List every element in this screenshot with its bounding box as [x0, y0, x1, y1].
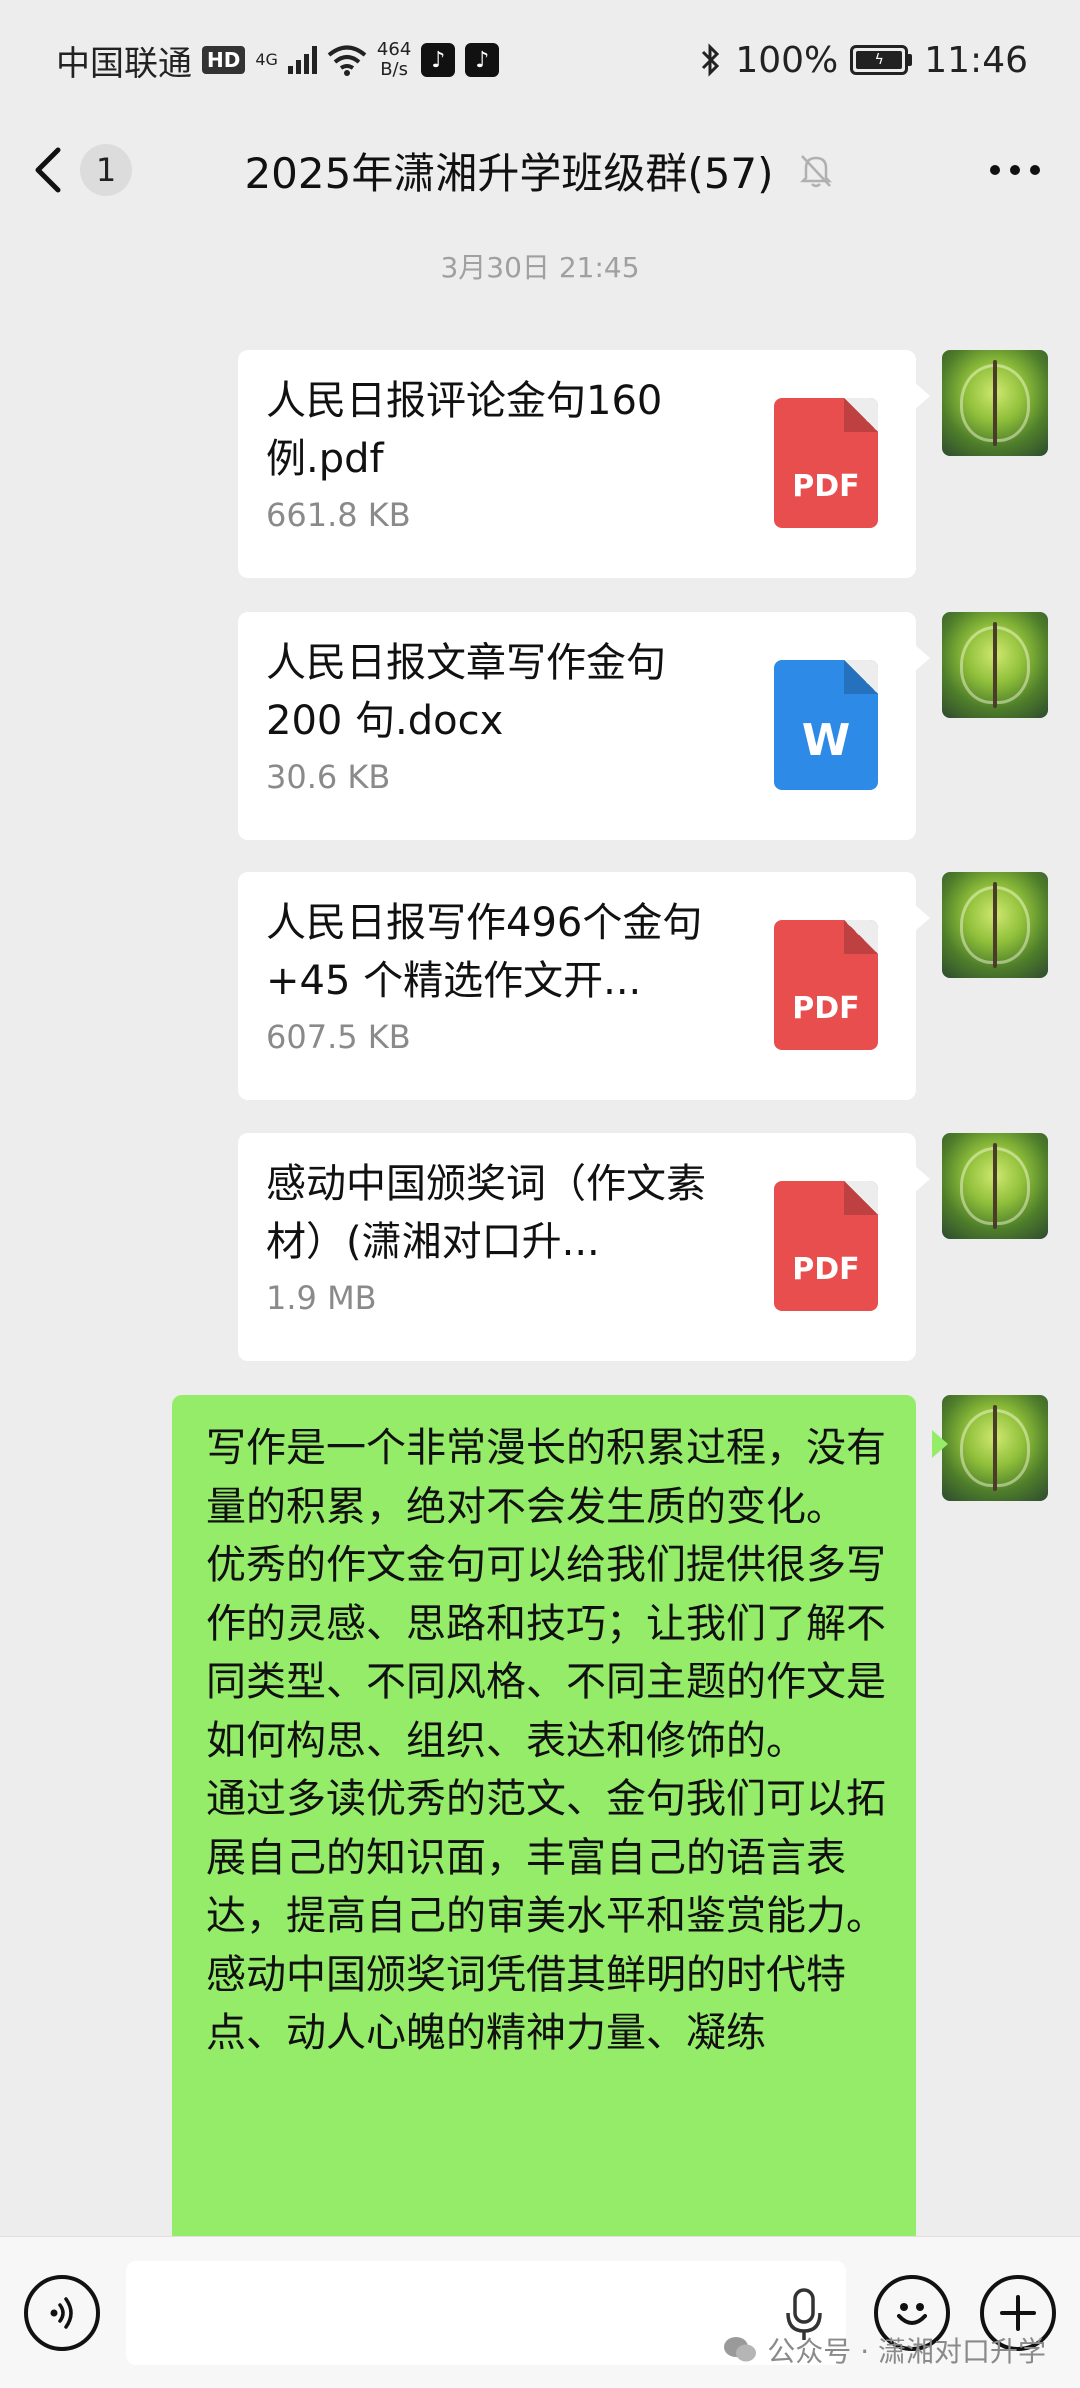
message-paragraph: 感动中国颁奖词凭借其鲜明的时代特点、动人心魄的精神力量、凝练 — [206, 1951, 846, 2057]
chat-title: 2025年潇湘升学班级群(57) — [244, 148, 774, 198]
file-card[interactable]: 人民日报评论金句160例.pdf 661.8 KB PDF — [238, 350, 930, 578]
clock: 11:46 — [924, 39, 1028, 81]
voice-button[interactable] — [24, 2274, 100, 2351]
chevron-left-icon — [35, 147, 61, 193]
bubble-tail — [932, 1430, 948, 1458]
file-message: 人民日报文章写作金句200 句.docx 30.6 KB W — [238, 612, 1048, 840]
battery-percent: 100% — [735, 39, 839, 81]
pdf-file-icon: PDF — [774, 920, 878, 1050]
file-name: 人民日报文章写作金句200 句.docx — [266, 640, 666, 744]
message-paragraph: 优秀的作文金句可以给我们提供很多写作的灵感、思路和技巧；让我们了解不同类型、不同… — [206, 1542, 886, 1764]
file-name: 感动中国颁奖词（作文素材）(潇湘对口升... — [266, 1161, 706, 1265]
network-type: 4G — [255, 50, 278, 69]
voice-icon — [50, 2296, 73, 2329]
avatar[interactable] — [942, 612, 1048, 718]
hd-badge: HD — [202, 46, 246, 74]
tiktok-icon: ♪ — [421, 43, 456, 77]
tiktok-icon: ♪ — [465, 43, 500, 77]
wifi-icon — [327, 45, 367, 76]
avatar[interactable] — [942, 350, 1048, 456]
file-card[interactable]: 人民日报写作496个金句+45 个精选作文开... 607.5 KB PDF — [238, 872, 930, 1100]
status-bar: 中国联通 HD 4G 464 B/s ♪ ♪ 100% ϟ 11:46 — [0, 0, 1080, 120]
bluetooth-icon — [702, 43, 720, 77]
text-bubble[interactable]: 写作是一个非常漫长的积累过程，没有量的积累，绝对不会发生质的变化。 优秀的作文金… — [172, 1395, 916, 2255]
plus-icon — [1000, 2294, 1036, 2331]
watermark: 公众号 · 潇湘对口升学 — [723, 2330, 1046, 2370]
mute-bell-icon — [799, 155, 832, 188]
signal-icon — [287, 46, 317, 74]
message-timestamp: 3月30日 21:45 — [440, 251, 640, 284]
file-message: 人民日报写作496个金句+45 个精选作文开... 607.5 KB PDF — [238, 872, 1048, 1100]
file-message: 人民日报评论金句160例.pdf 661.8 KB PDF — [238, 350, 1048, 578]
net-speed-unit: B/s — [380, 59, 408, 80]
word-file-icon: W — [774, 660, 878, 790]
back-button[interactable]: 1 — [30, 144, 132, 196]
file-name: 人民日报评论金句160例.pdf — [266, 378, 663, 482]
file-card[interactable]: 人民日报文章写作金句200 句.docx 30.6 KB W — [238, 612, 930, 840]
message-paragraph: 通过多读优秀的范文、金句我们可以拓展自己的知识面，丰富自己的语言表达，提高自己的… — [206, 1776, 886, 1939]
file-name: 人民日报写作496个金句+45 个精选作文开... — [266, 900, 703, 1004]
carrier-label: 中国联通 — [56, 43, 192, 84]
avatar[interactable] — [942, 1133, 1048, 1239]
wechat-icon — [724, 2337, 757, 2362]
file-card[interactable]: 感动中国颁奖词（作文素材）(潇湘对口升... 1.9 MB PDF — [238, 1133, 930, 1361]
unread-count-badge: 1 — [80, 144, 132, 196]
watermark-text: 公众号 · 潇湘对口升学 — [767, 2335, 1046, 2368]
message-paragraph: 写作是一个非常漫长的积累过程，没有量的积累，绝对不会发生质的变化。 — [206, 1425, 886, 1530]
avatar[interactable] — [942, 1395, 1048, 1501]
avatar[interactable] — [942, 872, 1048, 978]
net-speed-value: 464 — [376, 39, 412, 60]
battery-icon: ϟ — [850, 45, 913, 75]
pdf-file-icon: PDF — [774, 398, 878, 528]
text-message: 写作是一个非常漫长的积累过程，没有量的积累，绝对不会发生质的变化。 优秀的作文金… — [172, 1395, 1048, 2255]
file-message: 感动中国颁奖词（作文素材）(潇湘对口升... 1.9 MB PDF — [238, 1133, 1048, 1361]
pdf-file-icon: PDF — [774, 1181, 878, 1311]
chat-header: 1 2025年潇湘升学班级群(57) — [0, 120, 1080, 220]
more-options-button[interactable] — [980, 155, 1050, 185]
net-speed: 464 B/s — [377, 40, 411, 80]
